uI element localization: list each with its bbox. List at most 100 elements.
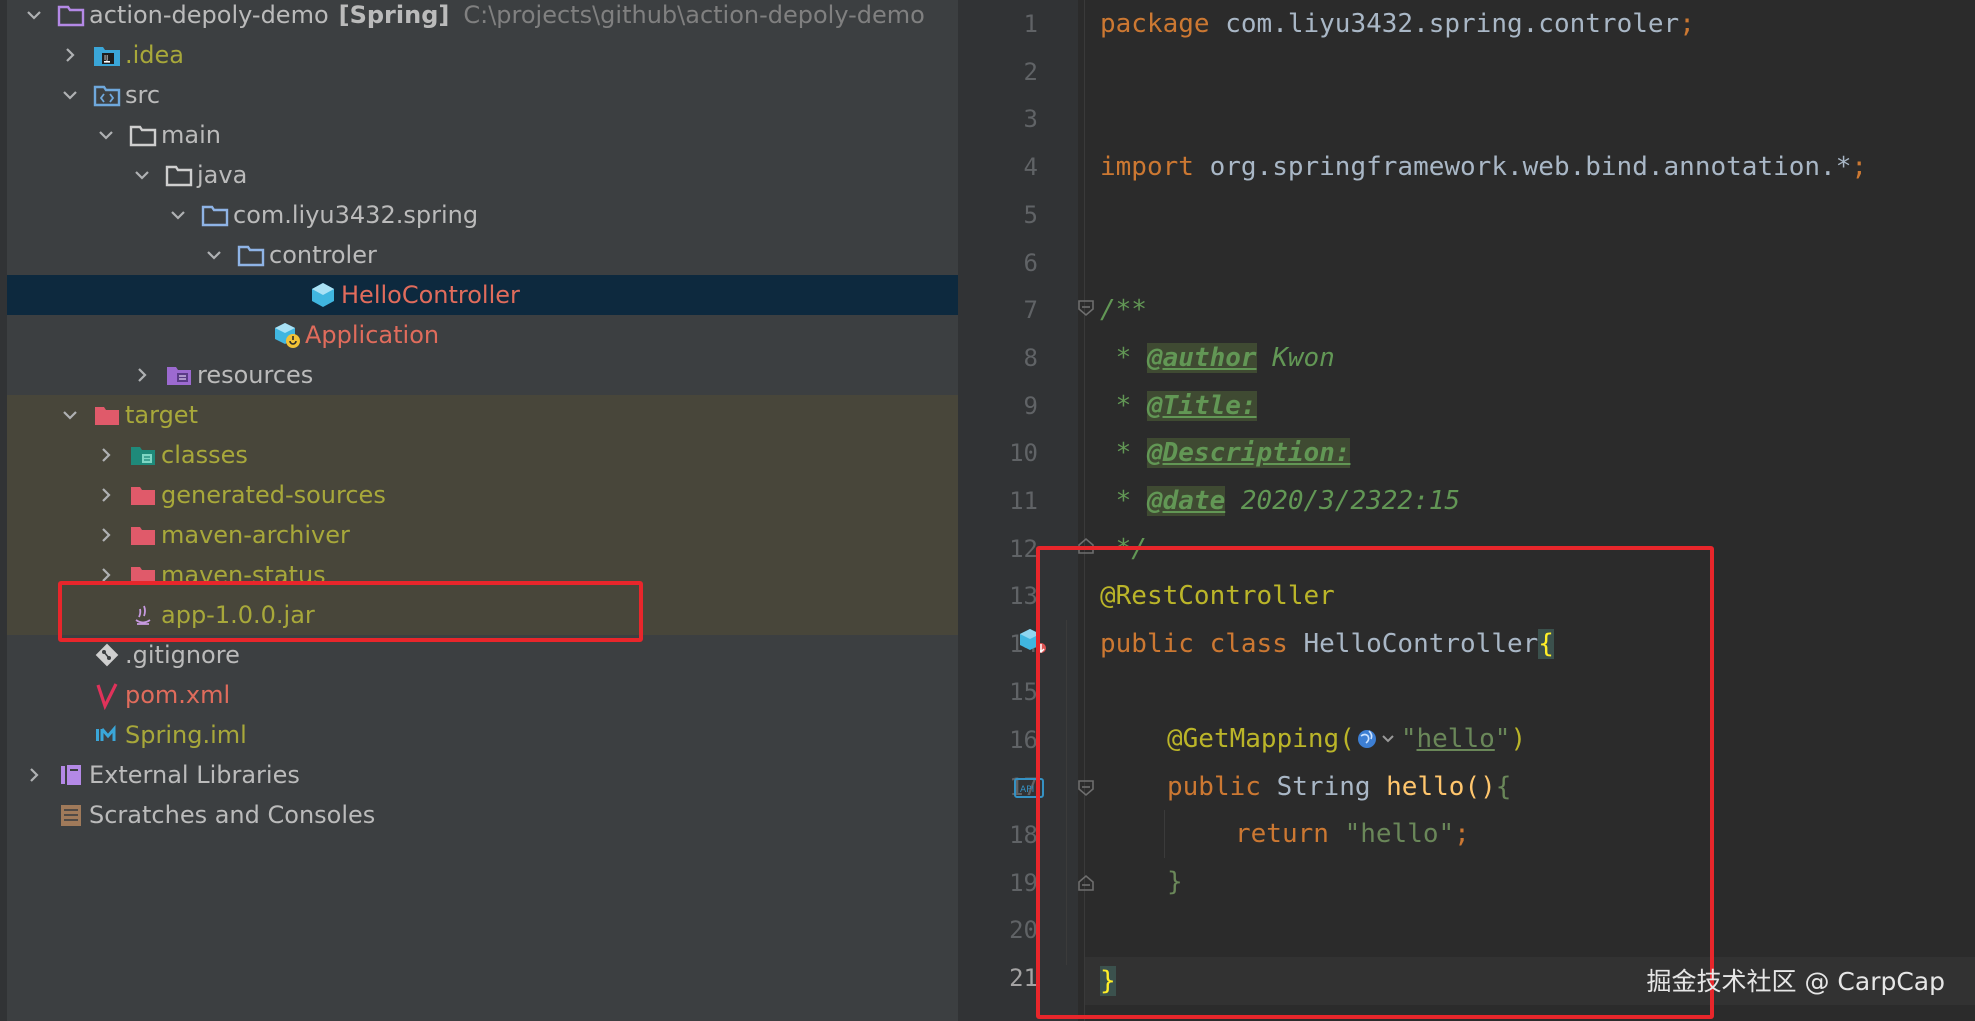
tree-node-application[interactable]: Application <box>7 315 958 355</box>
tree-node-src[interactable]: src <box>7 75 958 115</box>
tree-node-text: com.liyu3432.spring <box>233 201 479 229</box>
tree-node-target[interactable]: target <box>7 395 958 435</box>
tree-node-text: .gitignore <box>125 641 240 669</box>
tree-node-controler[interactable]: controler <box>7 235 958 275</box>
line-number: 6 <box>1023 249 1038 277</box>
chevron-right-icon[interactable] <box>56 41 84 69</box>
chevron-down-icon[interactable] <box>128 161 156 189</box>
libraries-icon <box>56 760 86 790</box>
code-line-7[interactable]: /** <box>1100 286 1147 334</box>
line-number: 19 <box>1009 869 1038 897</box>
tree-node-label: controler <box>269 235 377 275</box>
source-folder-icon <box>92 80 122 110</box>
tree-node-label: External Libraries <box>89 755 300 795</box>
scratches-icon <box>56 800 86 830</box>
code-highlight-box <box>1036 546 1714 1019</box>
code-line-11[interactable]: * @date 2020/3/2322:15 <box>1100 477 1460 525</box>
code-line-4[interactable]: import org.springframework.web.bind.anno… <box>1100 143 1867 191</box>
tool-window-edge <box>0 0 7 1021</box>
tree-node-text: classes <box>161 441 248 469</box>
iml-icon <box>92 720 122 750</box>
code-token: ; <box>1679 9 1695 39</box>
tree-node-text: resources <box>197 361 314 389</box>
code-line-10[interactable]: * @Description: <box>1100 429 1351 477</box>
chevron-right-icon[interactable] <box>92 521 120 549</box>
chevron-right-icon[interactable] <box>92 441 120 469</box>
tree-node-idea[interactable]: IJ .idea <box>7 35 958 75</box>
tree-node-scratches[interactable]: Scratches and Consoles <box>7 795 958 835</box>
package-icon <box>236 240 266 270</box>
excluded-folder-icon <box>128 520 158 550</box>
javadoc-tag: @date <box>1146 486 1226 516</box>
code-token: 2020/3/2322:15 <box>1225 486 1461 516</box>
tree-node-label: HelloController <box>341 275 520 315</box>
tree-node-action-depoly-demo[interactable]: action-depoly-demo [Spring] C:\projects\gi… <box>7 0 958 35</box>
tree-node-text: External Libraries <box>89 761 300 789</box>
line-number: 16 <box>1009 726 1038 754</box>
tree-node-main[interactable]: main <box>7 115 958 155</box>
tree-node-text: action-depoly-demo <box>89 1 329 29</box>
chevron-right-icon[interactable] <box>20 761 48 789</box>
javadoc-tag: @author <box>1146 343 1257 373</box>
tree-node-label: main <box>161 115 221 155</box>
chevron-down-icon[interactable] <box>92 121 120 149</box>
tree-node-java[interactable]: java <box>7 155 958 195</box>
tree-node-label: Spring.iml <box>125 715 247 755</box>
line-number: 5 <box>1023 201 1038 229</box>
chevron-down-icon[interactable] <box>164 201 192 229</box>
spring-boot-class-icon <box>272 320 302 350</box>
tree-node-label: src <box>125 75 160 115</box>
jar-highlight-box <box>58 581 643 642</box>
chevron-down-icon[interactable] <box>200 241 228 269</box>
code-line-1[interactable]: package com.liyu3432.spring.controler; <box>1100 0 1695 48</box>
tree-node-classes[interactable]: classes <box>7 435 958 475</box>
code-line-9[interactable]: * @Title: <box>1100 382 1257 430</box>
module-path: C:\projects\github\action-depoly-demo <box>463 1 925 29</box>
tree-node-label: action-depoly-demo [Spring] C:\projects\gi… <box>89 0 925 35</box>
tree-node-label: Scratches and Consoles <box>89 795 375 835</box>
tree-node-text: src <box>125 81 161 109</box>
line-number: 21 <box>1009 964 1038 992</box>
tree-node-external-libraries[interactable]: External Libraries <box>7 755 958 795</box>
line-number: 1 <box>1023 10 1038 38</box>
line-number: 3 <box>1023 105 1038 133</box>
svg-text:API: API <box>1020 785 1034 795</box>
tree-node-resources[interactable]: resources <box>7 355 958 395</box>
tree-node-text: Scratches and Consoles <box>89 801 376 829</box>
folder-icon <box>128 120 158 150</box>
chevron-down-icon[interactable] <box>56 401 84 429</box>
code-token: * <box>1100 391 1147 421</box>
chevron-right-icon[interactable] <box>92 481 120 509</box>
tree-node-text: main <box>161 121 221 149</box>
code-token: * <box>1100 486 1147 516</box>
chevron-down-icon[interactable] <box>20 1 48 29</box>
code-line-8[interactable]: * @author Kwon <box>1100 334 1335 382</box>
tree-node-text: HelloController <box>341 281 520 309</box>
chevron-down-icon[interactable] <box>56 81 84 109</box>
code-token: com.liyu3432.spring.controler <box>1209 9 1680 39</box>
git-icon <box>92 640 122 670</box>
module-tag: [Spring] <box>338 1 450 29</box>
line-number: 20 <box>1009 916 1038 944</box>
tree-node-hellocontroller[interactable]: HelloController <box>7 275 958 315</box>
tree-node-pom[interactable]: pom.xml <box>7 675 958 715</box>
code-token: Kwon <box>1256 343 1335 373</box>
maven-icon <box>92 680 122 711</box>
tree-node-label: resources <box>197 355 313 395</box>
tree-node-text: generated-sources <box>161 481 386 509</box>
tree-node-text: Application <box>305 321 440 349</box>
javadoc-tag: @Description: <box>1146 438 1351 468</box>
watermark: 掘金技术社区 @ CarpCap <box>1646 967 1945 996</box>
code-editor[interactable]: 123456789101112131415161718192021 API pa… <box>958 0 1975 1021</box>
classes-folder-icon <box>128 440 158 470</box>
chevron-right-icon[interactable] <box>128 361 156 389</box>
tree-node-package[interactable]: com.liyu3432.spring <box>7 195 958 235</box>
code-token: * <box>1100 343 1147 373</box>
tree-node-text: controler <box>269 241 377 269</box>
tree-node-generated-sources[interactable]: generated-sources <box>7 475 958 515</box>
tree-node-maven-archiver[interactable]: maven-archiver <box>7 515 958 555</box>
resources-folder-icon <box>164 360 194 390</box>
tree-node-text: .idea <box>125 41 185 69</box>
tree-node-spring-iml[interactable]: Spring.iml <box>7 715 958 755</box>
fold-marker-icon[interactable] <box>1076 298 1096 318</box>
